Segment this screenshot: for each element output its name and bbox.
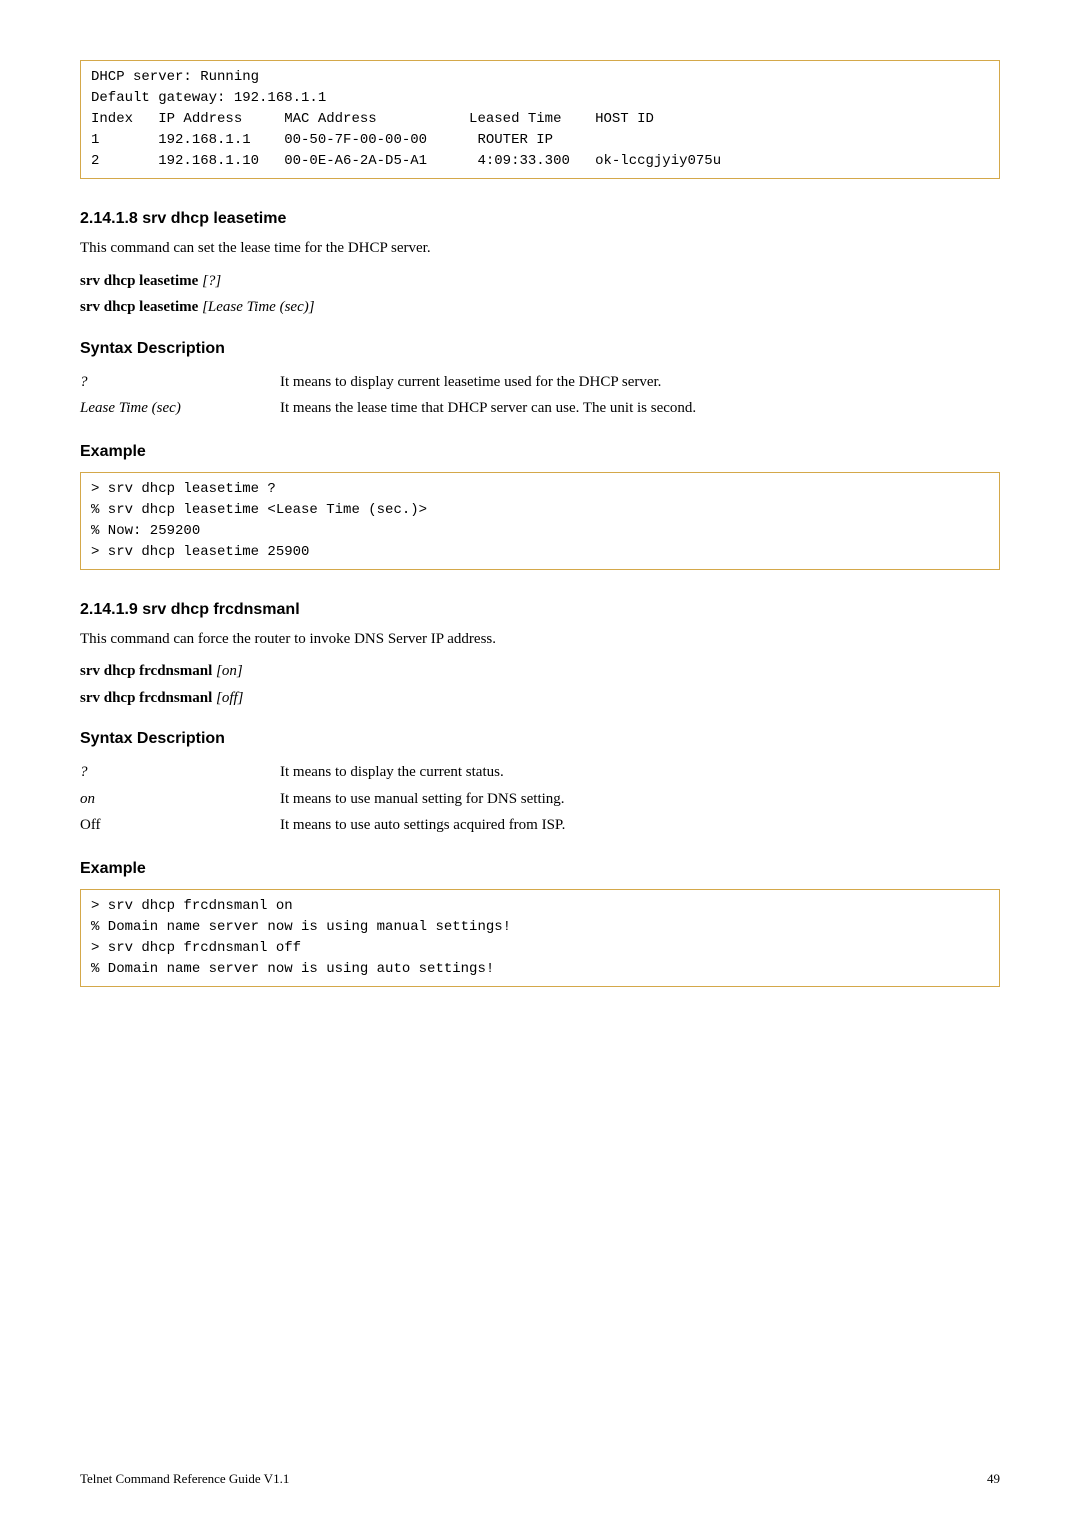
footer-title: Telnet Command Reference Guide V1.1 [80, 1469, 289, 1489]
syntax-heading-frcdnsmanl: Syntax Description [80, 727, 1000, 751]
syntax-table-leasetime: ? It means to display current leasetime … [80, 369, 1000, 422]
table-row: ? It means to display current leasetime … [80, 369, 1000, 396]
table-row: Lease Time (sec) It means the lease time… [80, 395, 1000, 422]
page-footer: Telnet Command Reference Guide V1.1 49 [80, 1469, 1000, 1489]
syntax-def: It means to display current leasetime us… [280, 369, 1000, 396]
footer-page-number: 49 [987, 1469, 1000, 1489]
example-heading-leasetime: Example [80, 440, 1000, 464]
example-heading-frcdnsmanl: Example [80, 857, 1000, 881]
cmd-leasetime-1: srv dhcp leasetime [?] [80, 270, 1000, 293]
table-row: on It means to use manual setting for DN… [80, 786, 1000, 813]
section-heading-frcdnsmanl: 2.14.1.9 srv dhcp frcdnsmanl [80, 598, 1000, 622]
cmd-frcdnsmanl-1: srv dhcp frcdnsmanl [on] [80, 660, 1000, 683]
syntax-term: Lease Time (sec) [80, 395, 280, 422]
intro-leasetime: This command can set the lease time for … [80, 237, 1000, 260]
syntax-def: It means to use auto settings acquired f… [280, 812, 1000, 839]
cmd-leasetime-2: srv dhcp leasetime [Lease Time (sec)] [80, 296, 1000, 319]
syntax-heading-leasetime: Syntax Description [80, 337, 1000, 361]
syntax-def: It means to use manual setting for DNS s… [280, 786, 1000, 813]
syntax-def: It means the lease time that DHCP server… [280, 395, 1000, 422]
code-block-leasetime-example: > srv dhcp leasetime ? % srv dhcp leaset… [80, 472, 1000, 570]
code-block-dhcp-status: DHCP server: Running Default gateway: 19… [80, 60, 1000, 179]
table-row: ? It means to display the current status… [80, 759, 1000, 786]
syntax-def: It means to display the current status. [280, 759, 1000, 786]
syntax-term: ? [80, 759, 280, 786]
syntax-term: ? [80, 369, 280, 396]
section-heading-leasetime: 2.14.1.8 srv dhcp leasetime [80, 207, 1000, 231]
syntax-table-frcdnsmanl: ? It means to display the current status… [80, 759, 1000, 839]
table-row: Off It means to use auto settings acquir… [80, 812, 1000, 839]
syntax-term: Off [80, 812, 280, 839]
code-block-frcdnsmanl-example: > srv dhcp frcdnsmanl on % Domain name s… [80, 889, 1000, 987]
intro-frcdnsmanl: This command can force the router to inv… [80, 628, 1000, 651]
cmd-frcdnsmanl-2: srv dhcp frcdnsmanl [off] [80, 687, 1000, 710]
syntax-term: on [80, 786, 280, 813]
